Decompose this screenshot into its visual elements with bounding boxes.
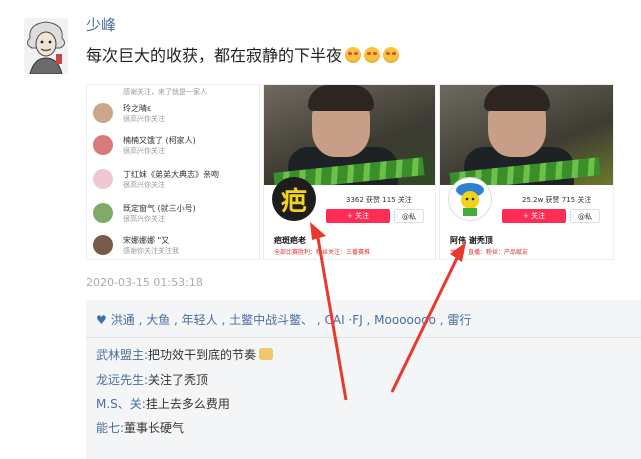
comment-text: 挂上去多么费用	[145, 397, 230, 411]
follow-button: + 关注	[502, 209, 566, 223]
profile-desc: 关注：直播：粉丝：产品赋友	[450, 249, 529, 256]
post-image-profile-right[interactable]: 25.2w 获赞 715 关注 + 关注 @私 阿伟 谢秃顶 关注：直播：粉丝：…	[439, 84, 614, 260]
dm-button: @私	[570, 209, 600, 223]
heart-eyes-emoji-icon	[364, 47, 381, 63]
chat-subtitle: 很高兴你关注	[123, 115, 165, 123]
profile-card: 25.2w 获赞 715 关注 + 关注 @私 阿伟 谢秃顶 关注：直播：粉丝：…	[440, 177, 613, 259]
follow-button: + 关注	[326, 209, 390, 223]
profile-card: 疤 3362 获赞 115 关注 + 关注 @私 疤斑疤老 全部比赛胜利：粉丝关…	[264, 177, 435, 259]
chat-subtitle: 很高兴你关注	[123, 181, 165, 189]
chat-row: 既定窗气 (就三小号) 很高兴你关注	[93, 203, 253, 229]
comment-user[interactable]: 武林盟主:	[96, 348, 148, 362]
chat-name: 宋娜娜娜 "又	[123, 236, 170, 245]
heart-icon: ♥	[96, 313, 107, 327]
comment-item: 武林盟主:把功效干到底的节奏	[96, 346, 274, 363]
post-image-profile-left[interactable]: 疤 3362 获赞 115 关注 + 关注 @私 疤斑疤老 全部比赛胜利：粉丝关…	[263, 84, 436, 260]
chat-avatar	[93, 169, 113, 189]
likes-list: ♥ 洪通 , 大鱼 , 年轻人 , 土鳖中战斗鳖、 , CAI ·FJ , Moo…	[96, 311, 471, 328]
comment-item: 能七:董事长硬气	[96, 419, 184, 436]
chat-subtitle: 很高兴你关注	[123, 215, 165, 223]
post-username[interactable]: 少峰	[86, 14, 116, 35]
comment-text: 董事长硬气	[124, 421, 185, 435]
video-frame	[440, 85, 613, 191]
comment-user[interactable]: M.S、关:	[96, 397, 146, 411]
heart-eyes-emoji-icon	[383, 47, 400, 63]
divider	[86, 337, 641, 338]
chat-row: 楠楠又饿了 (柯家人) 很高兴你关注	[93, 135, 253, 161]
chat-row: 宋娜娜娜 "又 感谢你关注关注我	[93, 235, 253, 259]
chat-avatar	[93, 135, 113, 155]
chat-row: 丁红妹《弟弟大典志》亲吻 很高兴你关注	[93, 169, 253, 195]
comment-text: 把功效干到底的节奏	[148, 348, 257, 362]
chat-avatar	[93, 203, 113, 223]
likes-names[interactable]: 洪通 , 大鱼 , 年轻人 , 土鳖中战斗鳖、 , CAI ·FJ , Mooo…	[111, 313, 472, 327]
post-timestamp: 2020-03-15 01:53:18	[86, 276, 203, 289]
chat-subtitle: 感谢你关注关注我	[123, 247, 179, 255]
profile-desc: 全部比赛胜利：粉丝关注：三番赛推	[274, 249, 371, 256]
chat-name: 楠楠又饿了 (柯家人)	[123, 136, 196, 145]
chat-name: 既定窗气 (就三小号)	[123, 204, 196, 213]
post-image-chat-list[interactable]: 感谢关注，来了就是一家人 玲之晴ε 很高兴你关注 楠楠又饿了 (柯家人) 很高兴…	[86, 84, 260, 260]
comment-item: M.S、关:挂上去多么费用	[96, 395, 230, 412]
post-text: 每次巨大的收获，都在寂静的下半夜	[86, 42, 400, 66]
heart-eyes-emoji-icon	[345, 47, 362, 63]
profile-avatar	[448, 177, 492, 221]
profile-avatar: 疤	[272, 177, 316, 221]
chat-avatar	[93, 235, 113, 255]
chat-subtitle: 很高兴你关注	[123, 147, 165, 155]
comment-user[interactable]: 龙远先生:	[96, 373, 148, 387]
post-text-content: 每次巨大的收获，都在寂静的下半夜	[86, 46, 343, 65]
user-avatar[interactable]	[24, 18, 68, 74]
chat-name: 玲之晴ε	[123, 104, 152, 113]
video-frame	[264, 85, 435, 191]
profile-name: 疤斑疤老	[274, 236, 306, 245]
comment-text: 关注了秃顶	[148, 373, 209, 387]
profile-stats: 3362 获赞 115 关注	[346, 196, 412, 204]
chat-name: 丁红妹《弟弟大典志》亲吻	[123, 170, 219, 179]
dm-button: @私	[394, 209, 424, 223]
profile-name: 阿伟 谢秃顶	[450, 236, 493, 245]
profile-stats: 25.2w 获赞 715 关注	[522, 196, 592, 204]
chat-avatar	[93, 103, 113, 123]
comment-user[interactable]: 能七:	[96, 421, 124, 435]
chat-row: 玲之晴ε 很高兴你关注	[93, 103, 253, 129]
chat-subtitle: 感谢关注，来了就是一家人	[123, 88, 207, 96]
comment-item: 龙远先生:关注了秃顶	[96, 371, 208, 388]
interaction-panel: ♥ 洪通 , 大鱼 , 年轻人 , 土鳖中战斗鳖、 , CAI ·FJ , Moo…	[86, 300, 641, 459]
thumbs-up-icon	[259, 348, 274, 360]
